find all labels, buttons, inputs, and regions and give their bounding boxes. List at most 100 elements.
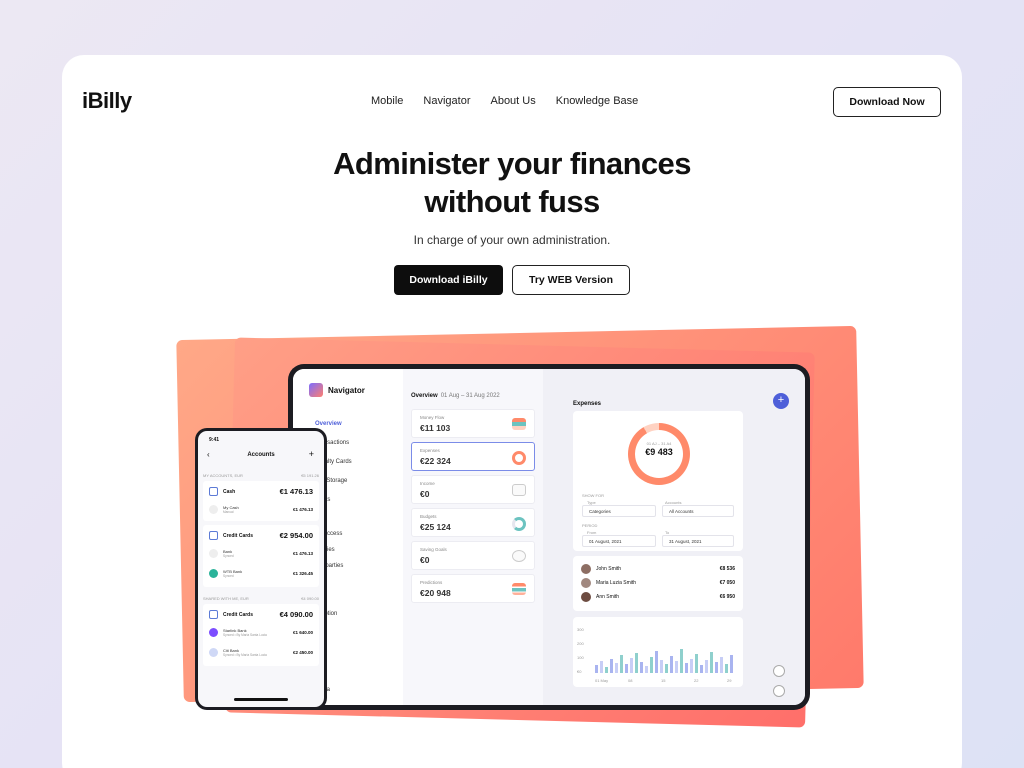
x-tick-label: 29	[727, 678, 732, 683]
chart-bar	[610, 659, 613, 673]
person-name: John Smith	[596, 566, 622, 572]
overview-card-predictions[interactable]: Predictions €20 948	[411, 574, 535, 603]
overview-header: Overview 01 Aug – 31 Aug 2022	[411, 393, 500, 399]
overview-panel: Overview 01 Aug – 31 Aug 2022 Money Flow …	[403, 369, 543, 705]
card-label: Money Flow	[420, 415, 445, 420]
account-amount: €1 326.45	[292, 571, 313, 576]
donut-value: €9 483	[645, 447, 673, 457]
chart-bar	[660, 660, 663, 673]
card-value: €25 124	[420, 522, 451, 532]
chart-bar	[635, 653, 638, 673]
person-row[interactable]: John Smith €8 536	[581, 564, 735, 574]
shared-section: SHARED WITH ME, EUR €4 090.00	[203, 596, 319, 601]
to-date-value: 31 August, 2021	[669, 539, 702, 544]
chart-bar	[620, 655, 623, 673]
person-row[interactable]: Maria Luzia Smith €7 050	[581, 578, 735, 588]
from-date-value: 01 August, 2021	[589, 539, 622, 544]
account-meta: Manual	[223, 510, 234, 514]
person-amount: €6 950	[719, 594, 735, 600]
overview-title: Overview	[411, 393, 438, 399]
chart-bar	[605, 667, 608, 673]
overview-card-money-flow[interactable]: Money Flow €11 103	[411, 409, 535, 438]
nav-mobile[interactable]: Mobile	[371, 95, 403, 107]
bank-icon	[209, 628, 218, 637]
chart-bar	[625, 664, 628, 673]
y-tick-label: 200	[577, 641, 584, 646]
shared-credit-card[interactable]: Credit Cards €4 090.00 Starlink Bank Sync…	[203, 604, 319, 666]
chart-bar	[690, 659, 693, 673]
credit-cards-card[interactable]: Credit Cards €2 954.00 Bank Synced €1 476…	[203, 525, 319, 587]
nav-about-us[interactable]: About Us	[490, 95, 535, 107]
chart-bar	[645, 666, 648, 673]
chart-bar	[670, 656, 673, 673]
cash-icon	[209, 505, 218, 514]
from-date-field[interactable]: 01 August, 2021	[582, 535, 656, 547]
y-tick-label: €0	[577, 669, 582, 674]
expenses-title: Expenses	[573, 401, 602, 407]
landing-card: iBilly Mobile Navigator About Us Knowled…	[62, 55, 962, 768]
overview-card-saving-goals[interactable]: Saving Goals €0	[411, 541, 535, 570]
show-for-label: SHOW FOR	[582, 493, 604, 498]
accounts-select[interactable]: All Accounts	[662, 505, 734, 517]
download-now-button[interactable]: Download Now	[833, 87, 941, 117]
card-label: Predictions	[420, 580, 443, 585]
chart-bar	[655, 651, 658, 673]
credit-card-icon	[209, 610, 218, 619]
overview-card-expenses[interactable]: Expenses €22 324	[411, 442, 535, 471]
phone-mockup: 9:41 ‹ Accounts + MY ACCOUNTS, EUR €5 19…	[195, 428, 327, 710]
navigator-logo-icon	[309, 383, 323, 397]
card-label: Budgets	[420, 514, 437, 519]
x-tick-label: 15	[661, 678, 666, 683]
y-tick-label: 300	[577, 627, 584, 632]
chart-bar	[710, 652, 713, 673]
chart-bar	[650, 657, 653, 673]
phone-screen: 9:41 ‹ Accounts + MY ACCOUNTS, EUR €5 19…	[198, 431, 324, 707]
piggy-bank-icon	[512, 550, 526, 562]
bank-icon	[209, 569, 218, 578]
budgets-ring-icon	[512, 517, 526, 531]
to-date-field[interactable]: 31 August, 2021	[662, 535, 734, 547]
period-label: PERIOD	[582, 523, 598, 528]
credit-label: Credit Cards	[223, 611, 254, 618]
hero-title: Administer your finances without fuss	[62, 145, 962, 221]
add-icon[interactable]: +	[309, 449, 314, 459]
main-nav: Mobile Navigator About Us Knowledge Base	[371, 95, 638, 107]
section-total: €4 090.00	[301, 596, 319, 601]
x-tick-label: 22	[694, 678, 699, 683]
credit-value: €2 954.00	[279, 531, 313, 540]
donut-range: 01 AJ – 31 A4	[646, 441, 672, 446]
section-label: MY ACCOUNTS, EUR	[203, 473, 243, 478]
overview-card-income[interactable]: Income €0	[411, 475, 535, 504]
type-select[interactable]: Categories	[582, 505, 656, 517]
account-meta: Synced • By Maria Santa Lucia	[223, 653, 267, 657]
phone-title: Accounts	[247, 452, 275, 458]
hero-title-line1: Administer your finances	[333, 146, 691, 181]
navigator-brand: Navigator	[309, 383, 365, 397]
add-icon[interactable]: +	[773, 393, 789, 409]
chart-bar	[680, 649, 683, 673]
chart-bar	[720, 657, 723, 673]
person-amount: €8 536	[719, 566, 735, 572]
account-amount: €1 476.13	[292, 507, 313, 512]
card-value: €0	[420, 555, 430, 565]
sidebar-item-overview[interactable]: Overview	[315, 421, 342, 427]
download-ibilly-button[interactable]: Download iBilly	[394, 265, 503, 295]
nav-navigator[interactable]: Navigator	[423, 95, 470, 107]
my-accounts-section: MY ACCOUNTS, EUR €5 191.26	[203, 473, 319, 478]
info-icon[interactable]	[773, 685, 785, 697]
person-row[interactable]: Ann Smith €6 950	[581, 592, 735, 602]
cash-card[interactable]: Cash €1 476.13 My Cash Manual €1 476.13	[203, 481, 319, 521]
overview-card-budgets[interactable]: Budgets €25 124	[411, 508, 535, 537]
account-meta: Synced	[223, 554, 234, 558]
share-icon[interactable]	[773, 665, 785, 677]
try-web-version-button[interactable]: Try WEB Version	[512, 265, 630, 295]
expenses-bar-chart-card: 300 200 100 €0 01 May 08 15 22 29	[573, 617, 743, 687]
section-total: €5 191.26	[301, 473, 319, 478]
credit-card-icon	[209, 531, 218, 540]
account-amount: €2 450.00	[292, 650, 313, 655]
chart-bar	[665, 664, 668, 673]
chart-bar	[615, 663, 618, 673]
brand-logo[interactable]: iBilly	[82, 88, 132, 114]
nav-knowledge-base[interactable]: Knowledge Base	[556, 95, 639, 107]
person-name: Maria Luzia Smith	[596, 580, 637, 586]
